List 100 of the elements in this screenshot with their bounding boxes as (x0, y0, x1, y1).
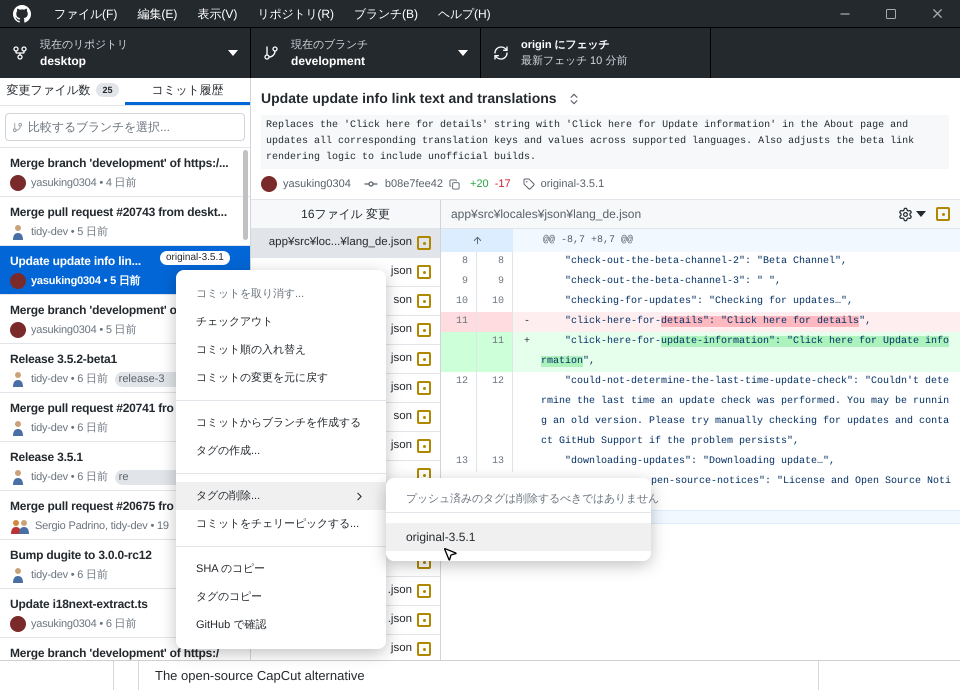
caret-icon (228, 50, 238, 56)
toolbar-label: origin にフェッチ (521, 38, 611, 53)
page-tagline: The open-source CapCut alternative (155, 666, 365, 685)
toolbar-label: 現在のブランチ (291, 38, 368, 53)
maximize-icon[interactable] (885, 8, 897, 20)
commit-meta: tidy-dev • 6 日前 (31, 372, 108, 387)
modified-status-icon (417, 265, 431, 279)
commit-meta: yasuking0304 • 5 日前 (31, 274, 140, 289)
figure-avatar-icon (10, 567, 26, 584)
menu-item[interactable]: タグの削除... (176, 482, 386, 510)
branch-filter-field[interactable]: 比較するブランチを選択... (5, 112, 245, 140)
logo-icon[interactable] (13, 4, 31, 22)
commit-title: Merge branch 'development' of https:/... (10, 155, 228, 171)
expand-up-icon[interactable] (472, 235, 482, 246)
sidebar-tab[interactable]: 変更ファイル数 25 (0, 78, 125, 105)
commit-meta: yasuking0304 • 4 日前 (31, 176, 136, 191)
commit-title: Merge pull request #20741 fro (10, 400, 174, 416)
file-name: json (390, 351, 412, 366)
branch-icon (263, 45, 279, 61)
diff-file-path: app¥src¥locales¥json¥lang_de.json (451, 206, 642, 223)
figure-avatar-icon (10, 420, 26, 436)
commit-title: Merge pull request #20675 fro (10, 498, 174, 514)
menu-item[interactable]: 表示(V) (187, 4, 248, 22)
settings-icon[interactable] (898, 206, 913, 222)
commit-sha: b08e7fee42 (384, 177, 444, 192)
avatar-icon (10, 175, 26, 192)
code-line: "could-not-determine-the-last-time-update-check": "Couldn't determine the last time an update check was performed. You may be running an old version. Please try manually checking for updates and contact GitHub Support if the problem persists", (541, 374, 950, 449)
file-name: json (390, 641, 412, 656)
commit-title: Release 3.5.2-beta1 (10, 351, 117, 367)
sidebar-tab[interactable]: コミット履歴 (125, 78, 250, 105)
modified-status-icon (417, 236, 431, 250)
file-name: json (390, 264, 412, 280)
copy-icon[interactable] (449, 178, 460, 190)
file-name: .json (388, 583, 412, 598)
menu-item[interactable]: original-3.5.1 (386, 523, 651, 551)
commit-meta: yasuking0304 • 6 日前 (31, 617, 136, 632)
commit-meta: tidy-dev • 5 日前 (31, 225, 108, 240)
menu-item[interactable]: 編集(E) (127, 4, 188, 22)
modified-status-icon (417, 381, 431, 395)
file-name: app¥src¥loc...¥lang_de.json (268, 235, 412, 250)
commit-title: Update i18next-extract.ts (10, 596, 148, 612)
scrollbar[interactable] (243, 150, 248, 240)
file-name: json (390, 322, 412, 338)
submenu-note: プッシュ済みのタグは削除するべきではありません (406, 492, 659, 507)
figure-avatar-icon (10, 469, 26, 486)
toolbar-value: development (291, 53, 366, 69)
toolbar-value: 最新フェッチ 10 分前 (521, 54, 628, 69)
tag-badge: original-3.5.1 (160, 251, 230, 265)
modified-status-icon (417, 410, 431, 424)
code-line: "check-out-the-beta-channel-3": " ", (564, 274, 782, 289)
avatar-icon (10, 322, 26, 338)
file-name: json (390, 380, 412, 396)
menu-item[interactable]: リポジトリ(R) (247, 4, 344, 22)
commit-description: Replaces the 'Click here for details' string with 'Click here for Update information' in the About page and updates all corresponding translation keys and values across supported languages. Also adjusts the beta link rendering logic to include unofficial builds. (261, 115, 949, 169)
avatar-icon (10, 616, 26, 632)
hunk-header: @@ -8,7 +8,7 @@ (542, 234, 634, 248)
repository-selector[interactable]: 現在のリポジトリ desktop (0, 28, 251, 78)
commit-title: Release 3.5.1 (10, 449, 83, 465)
file-name: json (390, 438, 412, 454)
diff-marker: + (524, 336, 530, 347)
modified-status-icon (417, 613, 431, 627)
line-number-cell (477, 312, 513, 332)
menu-item[interactable]: ヘルプ(H) (428, 4, 501, 22)
count-badge: 25 (96, 83, 118, 97)
deletions-count: -17 (494, 177, 511, 192)
code-line: "checking-for-updates": "Checking for updates…", (564, 294, 854, 309)
modified-status-icon (417, 642, 431, 656)
commit-meta: Sergio Padrino, tidy-dev • 19 (35, 519, 169, 534)
commit-meta: tidy-dev • 6 日前 (31, 470, 108, 485)
file-name: son (393, 293, 412, 308)
avatar-icon (261, 176, 277, 192)
avatar-icon (10, 273, 26, 290)
files-changed-header: 16ファイル 変更 (301, 206, 390, 223)
branch-selector[interactable]: 現在のブランチ development (251, 28, 481, 78)
caret-icon (458, 50, 468, 56)
commit-meta: tidy-dev • 6 日前 (31, 421, 108, 436)
figure-avatar-icon (10, 371, 26, 388)
menu-item[interactable]: ブランチ(B) (344, 4, 428, 22)
commit-title: Update update info lin... (10, 253, 141, 269)
commit-title: Bump dugite to 3.0.0-rc12 (10, 547, 152, 563)
refresh-icon (493, 45, 509, 61)
modified-status-icon (417, 584, 431, 598)
code-line: "check-out-the-beta-channel-2": "Beta Channel", (564, 254, 848, 269)
code-line: pen-source-notices": "License and Open Source Noti (650, 474, 952, 489)
file-name: .json (388, 612, 412, 628)
caret-icon (916, 211, 926, 217)
modified-status-icon (417, 294, 431, 308)
modified-status-icon (417, 323, 431, 337)
fetch-selector[interactable]: origin にフェッチ 最新フェッチ 10 分前 (481, 28, 711, 78)
branch-icon (12, 122, 23, 132)
tag-icon (522, 178, 535, 190)
line-number-cell: 11 (441, 312, 477, 332)
fork-icon (12, 45, 28, 61)
menu-item[interactable]: ファイル(F) (44, 4, 128, 22)
file-row[interactable]: app¥src¥loc...¥lang_de.json (251, 229, 440, 258)
commit-title: Merge branch 'development' of https:/ (10, 645, 219, 660)
commit-author: yasuking0304 (283, 177, 351, 192)
commit-meta: yasuking0304 • 5 日前 (31, 323, 136, 338)
commit-title: Merge pull request #20743 from deskt... (10, 204, 227, 220)
commit-tag: original-3.5.1 (540, 176, 604, 192)
